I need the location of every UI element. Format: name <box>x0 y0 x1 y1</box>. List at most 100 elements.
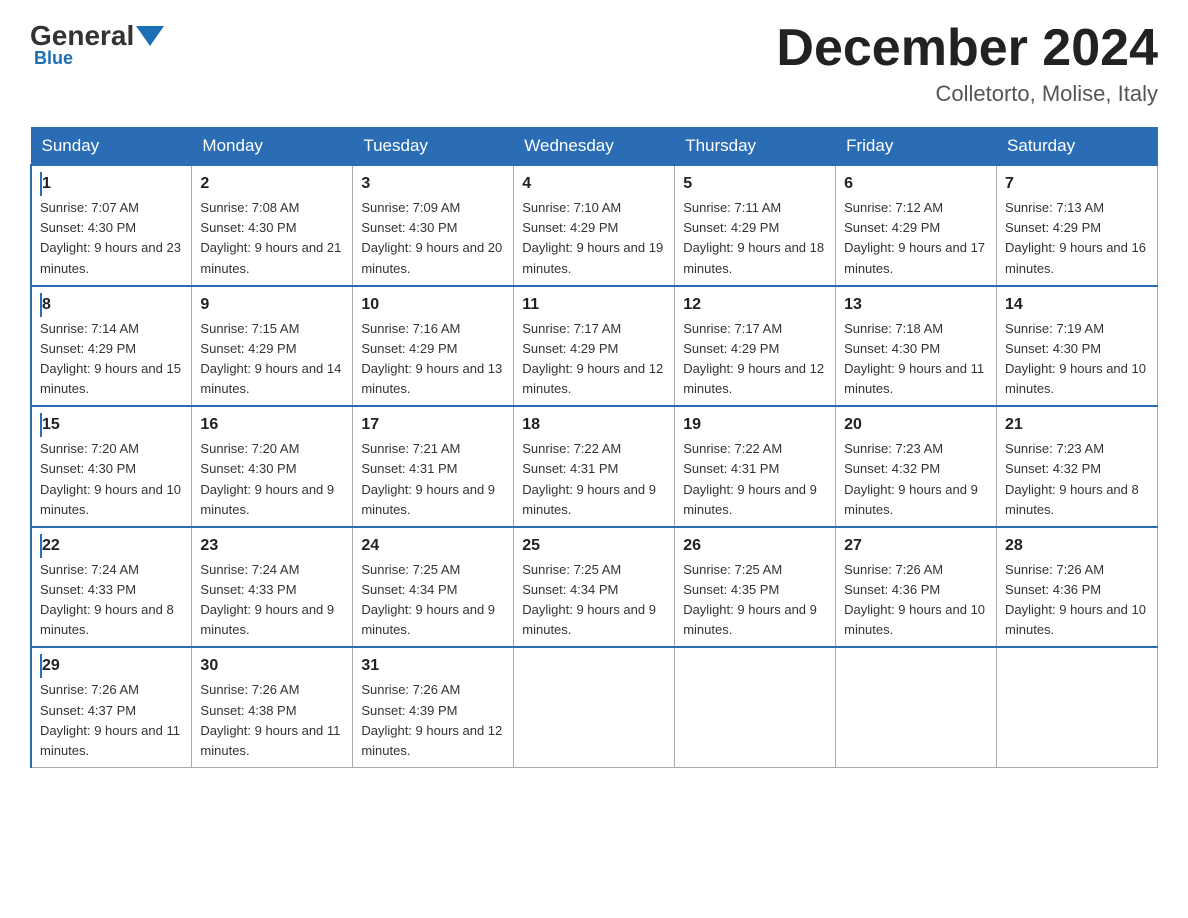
table-row: 9 Sunrise: 7:15 AM Sunset: 4:29 PM Dayli… <box>192 286 353 407</box>
day-info: Sunrise: 7:26 AM Sunset: 4:36 PM Dayligh… <box>1005 560 1149 641</box>
day-number: 5 <box>683 172 827 196</box>
day-header-row: Sunday Monday Tuesday Wednesday Thursday… <box>31 128 1158 166</box>
day-info: Sunrise: 7:24 AM Sunset: 4:33 PM Dayligh… <box>40 560 183 641</box>
table-row: 3 Sunrise: 7:09 AM Sunset: 4:30 PM Dayli… <box>353 165 514 286</box>
day-info: Sunrise: 7:22 AM Sunset: 4:31 PM Dayligh… <box>683 439 827 520</box>
day-number: 17 <box>361 413 505 437</box>
logo-triangle-icon <box>136 26 164 46</box>
day-number: 16 <box>200 413 344 437</box>
day-number: 3 <box>361 172 505 196</box>
day-info: Sunrise: 7:23 AM Sunset: 4:32 PM Dayligh… <box>1005 439 1149 520</box>
day-number: 19 <box>683 413 827 437</box>
table-row: 5 Sunrise: 7:11 AM Sunset: 4:29 PM Dayli… <box>675 165 836 286</box>
day-number: 9 <box>200 293 344 317</box>
table-row: 11 Sunrise: 7:17 AM Sunset: 4:29 PM Dayl… <box>514 286 675 407</box>
day-info: Sunrise: 7:26 AM Sunset: 4:38 PM Dayligh… <box>200 680 344 761</box>
header-monday: Monday <box>192 128 353 166</box>
header-wednesday: Wednesday <box>514 128 675 166</box>
day-number: 12 <box>683 293 827 317</box>
table-row: 27 Sunrise: 7:26 AM Sunset: 4:36 PM Dayl… <box>836 527 997 648</box>
day-number: 8 <box>40 293 183 317</box>
header-sunday: Sunday <box>31 128 192 166</box>
table-row <box>997 647 1158 767</box>
day-info: Sunrise: 7:22 AM Sunset: 4:31 PM Dayligh… <box>522 439 666 520</box>
logo: General Blue <box>30 20 166 69</box>
day-info: Sunrise: 7:07 AM Sunset: 4:30 PM Dayligh… <box>40 198 183 279</box>
calendar-week-row: 22 Sunrise: 7:24 AM Sunset: 4:33 PM Dayl… <box>31 527 1158 648</box>
day-number: 28 <box>1005 534 1149 558</box>
day-info: Sunrise: 7:25 AM Sunset: 4:34 PM Dayligh… <box>522 560 666 641</box>
header-tuesday: Tuesday <box>353 128 514 166</box>
calendar-week-row: 15 Sunrise: 7:20 AM Sunset: 4:30 PM Dayl… <box>31 406 1158 527</box>
day-info: Sunrise: 7:15 AM Sunset: 4:29 PM Dayligh… <box>200 319 344 400</box>
page-header: General Blue December 2024 Colletorto, M… <box>30 20 1158 107</box>
day-info: Sunrise: 7:26 AM Sunset: 4:37 PM Dayligh… <box>40 680 183 761</box>
day-number: 30 <box>200 654 344 678</box>
day-number: 26 <box>683 534 827 558</box>
table-row: 14 Sunrise: 7:19 AM Sunset: 4:30 PM Dayl… <box>997 286 1158 407</box>
header-saturday: Saturday <box>997 128 1158 166</box>
table-row: 29 Sunrise: 7:26 AM Sunset: 4:37 PM Dayl… <box>31 647 192 767</box>
table-row: 1 Sunrise: 7:07 AM Sunset: 4:30 PM Dayli… <box>31 165 192 286</box>
day-info: Sunrise: 7:24 AM Sunset: 4:33 PM Dayligh… <box>200 560 344 641</box>
table-row <box>836 647 997 767</box>
day-info: Sunrise: 7:20 AM Sunset: 4:30 PM Dayligh… <box>200 439 344 520</box>
day-number: 25 <box>522 534 666 558</box>
day-number: 24 <box>361 534 505 558</box>
table-row: 22 Sunrise: 7:24 AM Sunset: 4:33 PM Dayl… <box>31 527 192 648</box>
month-title: December 2024 <box>776 20 1158 77</box>
calendar-table: Sunday Monday Tuesday Wednesday Thursday… <box>30 127 1158 768</box>
day-number: 20 <box>844 413 988 437</box>
table-row: 20 Sunrise: 7:23 AM Sunset: 4:32 PM Dayl… <box>836 406 997 527</box>
day-info: Sunrise: 7:26 AM Sunset: 4:39 PM Dayligh… <box>361 680 505 761</box>
header-friday: Friday <box>836 128 997 166</box>
day-info: Sunrise: 7:18 AM Sunset: 4:30 PM Dayligh… <box>844 319 988 400</box>
day-number: 29 <box>40 654 183 678</box>
table-row: 13 Sunrise: 7:18 AM Sunset: 4:30 PM Dayl… <box>836 286 997 407</box>
title-area: December 2024 Colletorto, Molise, Italy <box>776 20 1158 107</box>
day-number: 23 <box>200 534 344 558</box>
day-info: Sunrise: 7:25 AM Sunset: 4:35 PM Dayligh… <box>683 560 827 641</box>
table-row: 28 Sunrise: 7:26 AM Sunset: 4:36 PM Dayl… <box>997 527 1158 648</box>
table-row: 12 Sunrise: 7:17 AM Sunset: 4:29 PM Dayl… <box>675 286 836 407</box>
table-row: 10 Sunrise: 7:16 AM Sunset: 4:29 PM Dayl… <box>353 286 514 407</box>
day-number: 6 <box>844 172 988 196</box>
calendar-week-row: 29 Sunrise: 7:26 AM Sunset: 4:37 PM Dayl… <box>31 647 1158 767</box>
table-row: 16 Sunrise: 7:20 AM Sunset: 4:30 PM Dayl… <box>192 406 353 527</box>
table-row: 21 Sunrise: 7:23 AM Sunset: 4:32 PM Dayl… <box>997 406 1158 527</box>
day-info: Sunrise: 7:11 AM Sunset: 4:29 PM Dayligh… <box>683 198 827 279</box>
day-info: Sunrise: 7:25 AM Sunset: 4:34 PM Dayligh… <box>361 560 505 641</box>
table-row: 8 Sunrise: 7:14 AM Sunset: 4:29 PM Dayli… <box>31 286 192 407</box>
table-row: 26 Sunrise: 7:25 AM Sunset: 4:35 PM Dayl… <box>675 527 836 648</box>
header-thursday: Thursday <box>675 128 836 166</box>
table-row: 18 Sunrise: 7:22 AM Sunset: 4:31 PM Dayl… <box>514 406 675 527</box>
day-info: Sunrise: 7:26 AM Sunset: 4:36 PM Dayligh… <box>844 560 988 641</box>
day-number: 7 <box>1005 172 1149 196</box>
day-number: 2 <box>200 172 344 196</box>
table-row: 19 Sunrise: 7:22 AM Sunset: 4:31 PM Dayl… <box>675 406 836 527</box>
day-info: Sunrise: 7:21 AM Sunset: 4:31 PM Dayligh… <box>361 439 505 520</box>
day-info: Sunrise: 7:17 AM Sunset: 4:29 PM Dayligh… <box>683 319 827 400</box>
table-row: 30 Sunrise: 7:26 AM Sunset: 4:38 PM Dayl… <box>192 647 353 767</box>
table-row: 4 Sunrise: 7:10 AM Sunset: 4:29 PM Dayli… <box>514 165 675 286</box>
table-row <box>514 647 675 767</box>
day-number: 11 <box>522 293 666 317</box>
day-number: 22 <box>40 534 183 558</box>
day-number: 15 <box>40 413 183 437</box>
day-number: 14 <box>1005 293 1149 317</box>
day-info: Sunrise: 7:13 AM Sunset: 4:29 PM Dayligh… <box>1005 198 1149 279</box>
day-number: 10 <box>361 293 505 317</box>
table-row: 25 Sunrise: 7:25 AM Sunset: 4:34 PM Dayl… <box>514 527 675 648</box>
day-info: Sunrise: 7:20 AM Sunset: 4:30 PM Dayligh… <box>40 439 183 520</box>
day-info: Sunrise: 7:19 AM Sunset: 4:30 PM Dayligh… <box>1005 319 1149 400</box>
table-row: 6 Sunrise: 7:12 AM Sunset: 4:29 PM Dayli… <box>836 165 997 286</box>
logo-blue-text: Blue <box>30 48 73 69</box>
day-info: Sunrise: 7:08 AM Sunset: 4:30 PM Dayligh… <box>200 198 344 279</box>
calendar-week-row: 1 Sunrise: 7:07 AM Sunset: 4:30 PM Dayli… <box>31 165 1158 286</box>
table-row: 31 Sunrise: 7:26 AM Sunset: 4:39 PM Dayl… <box>353 647 514 767</box>
table-row: 7 Sunrise: 7:13 AM Sunset: 4:29 PM Dayli… <box>997 165 1158 286</box>
day-info: Sunrise: 7:23 AM Sunset: 4:32 PM Dayligh… <box>844 439 988 520</box>
day-number: 13 <box>844 293 988 317</box>
day-number: 27 <box>844 534 988 558</box>
table-row: 2 Sunrise: 7:08 AM Sunset: 4:30 PM Dayli… <box>192 165 353 286</box>
